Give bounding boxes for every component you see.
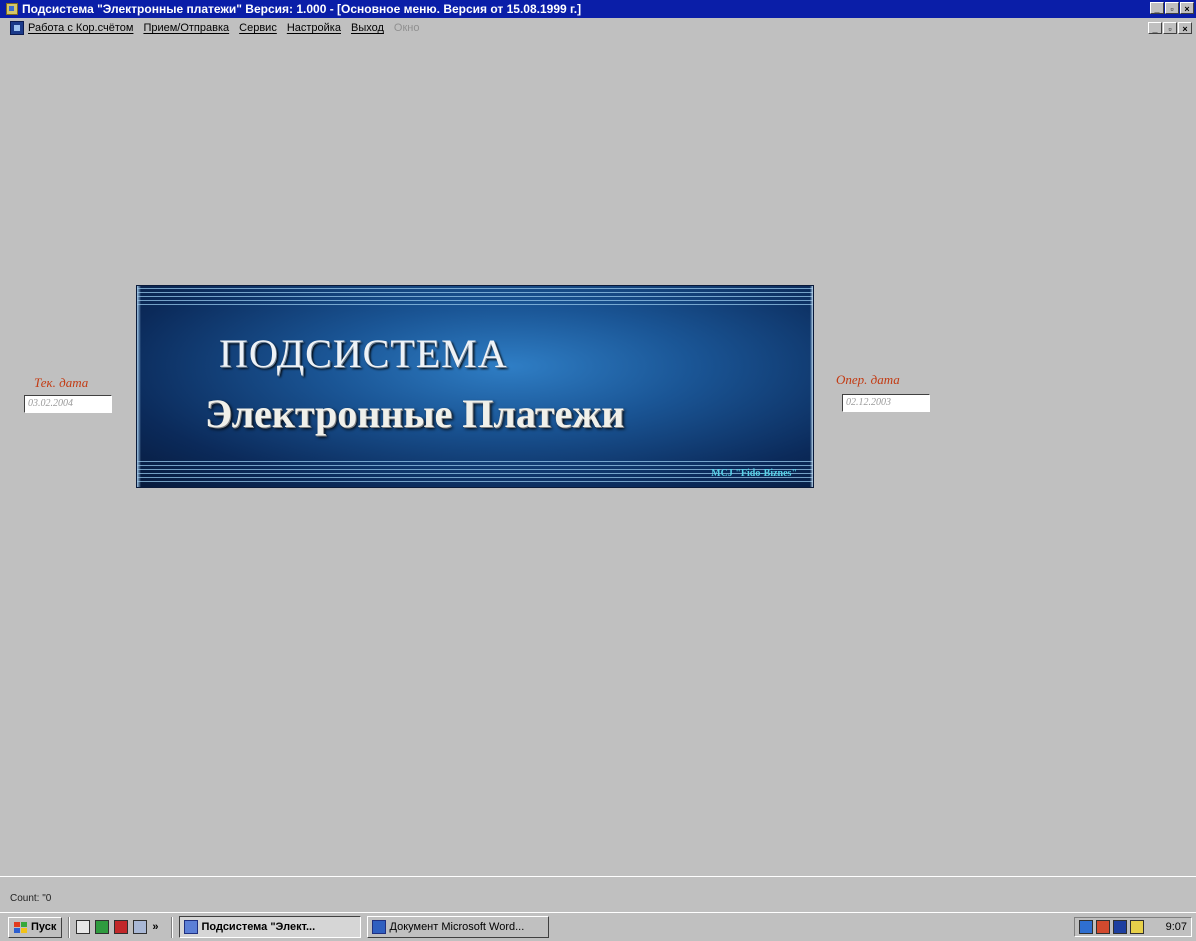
taskbar: Пуск » Подсистема "Элект... Документ Mic…	[0, 912, 1196, 941]
banner-edge-left	[137, 286, 141, 487]
quicklaunch-icon[interactable]	[76, 920, 91, 934]
menu-item-servis[interactable]: Сервис	[239, 22, 277, 34]
menu-item-priem-otpravka[interactable]: Прием/Отправка	[143, 22, 229, 34]
task-icon	[371, 920, 386, 934]
task-label: Документ Microsoft Word...	[389, 921, 525, 933]
minimize-button[interactable]: _	[1150, 2, 1164, 14]
current-date-field[interactable]: 03.02.2004	[24, 395, 112, 413]
quicklaunch-more-icon[interactable]: »	[152, 921, 158, 933]
tray-icon[interactable]	[1079, 920, 1093, 934]
maximize-button[interactable]: ▫	[1165, 2, 1179, 14]
window-title: Подсистема "Электронные платежи" Версия:…	[22, 2, 582, 16]
mdi-close-button[interactable]: ×	[1178, 22, 1192, 34]
start-label: Пуск	[31, 921, 57, 933]
mdi-window-controls: _ ▫ ×	[1148, 22, 1192, 34]
title-bar: Подсистема "Электронные платежи" Версия:…	[0, 0, 1196, 18]
mdi-restore-button[interactable]: ▫	[1163, 22, 1177, 34]
current-date-label: Тек. дата	[34, 375, 89, 390]
oper-date-label: Опер. дата	[836, 372, 900, 387]
oper-date-field[interactable]: 02.12.2003	[842, 394, 930, 412]
app-icon[interactable]	[6, 3, 18, 15]
banner-subtitle: Электронные Платежи	[205, 391, 625, 436]
tray-icon[interactable]	[1096, 920, 1110, 934]
menu-item-vyhod[interactable]: Выход	[351, 22, 384, 34]
banner-credit: MCJ "Fido-Biznes"	[711, 468, 797, 479]
status-count: Count: "0	[10, 893, 52, 904]
close-button[interactable]: ×	[1180, 2, 1194, 14]
splash-banner: ПОДСИСТЕМА Электронные Платежи MCJ "Fido…	[137, 286, 813, 487]
task-label: Подсистема "Элект...	[201, 921, 316, 933]
taskbar-separator	[170, 916, 173, 938]
banner-title: ПОДСИСТЕМА	[219, 331, 508, 376]
mdi-minimize-button[interactable]: _	[1148, 22, 1162, 34]
menu-item-okno[interactable]: Окно	[394, 22, 420, 34]
document-icon[interactable]	[10, 21, 24, 35]
menu-bar: Работа с Кор.счётом Прием/Отправка Серви…	[0, 18, 1196, 38]
tray-icon[interactable]	[1130, 920, 1144, 934]
start-button[interactable]: Пуск	[8, 916, 63, 938]
status-bar: Count: "0	[0, 876, 1196, 912]
windows-logo-icon	[14, 921, 27, 933]
task-button-word[interactable]: Документ Microsoft Word...	[366, 916, 549, 938]
banner-stripes-top	[137, 288, 813, 306]
taskbar-separator	[68, 916, 71, 938]
tray-icon[interactable]	[1113, 920, 1127, 934]
menu-item-nastroyka[interactable]: Настройка	[287, 22, 341, 34]
banner-edge-right	[810, 286, 813, 487]
quicklaunch-icon[interactable]	[133, 920, 148, 934]
clock[interactable]: 9:07	[1166, 921, 1187, 933]
quicklaunch-icon[interactable]	[114, 920, 129, 934]
system-tray: 9:07	[1074, 917, 1192, 937]
task-button-podsistema[interactable]: Подсистема "Элект...	[178, 916, 361, 938]
window-controls: _ ▫ ×	[1150, 2, 1194, 14]
quicklaunch-icon[interactable]	[95, 920, 110, 934]
menu-item-korschet[interactable]: Работа с Кор.счётом	[28, 22, 133, 34]
task-icon	[183, 920, 198, 934]
